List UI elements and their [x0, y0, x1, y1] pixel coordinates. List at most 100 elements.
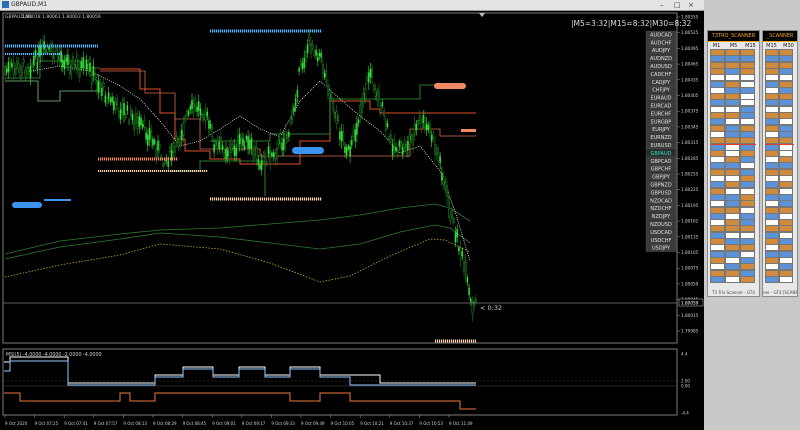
scanner-cell[interactable]: [765, 61, 779, 69]
scanner-cell[interactable]: [740, 244, 755, 252]
scanner-cell[interactable]: [765, 80, 779, 88]
pair-button-gbpchf[interactable]: GBPCHF: [645, 165, 677, 173]
scanner-cell[interactable]: [725, 86, 740, 94]
scanner-cell[interactable]: [765, 244, 779, 252]
signal-pill-blue-mid[interactable]: [292, 147, 324, 154]
scanner-cell[interactable]: [779, 238, 793, 245]
scanner-cell[interactable]: [765, 187, 779, 195]
scanner-cell[interactable]: [710, 200, 725, 208]
scanner-cell[interactable]: [779, 143, 793, 151]
pair-button-audusd[interactable]: AUDUSD: [645, 62, 677, 70]
scanner-cell[interactable]: [725, 206, 740, 214]
scanner-cell[interactable]: [765, 99, 779, 107]
scanner-panel-1[interactable]: T3TRO_SCANNER M1 M5 M15 T3 Trix Scanner …: [707, 30, 760, 297]
scanner-cell[interactable]: [725, 200, 740, 208]
scanner-cell[interactable]: [779, 124, 793, 132]
scanner-cell[interactable]: [740, 49, 755, 56]
scanner-cell[interactable]: [779, 187, 793, 195]
pair-button-gbpjpy[interactable]: GBPJPY: [645, 172, 677, 181]
scanner-cell[interactable]: [765, 162, 779, 170]
scanner-cell[interactable]: [779, 86, 793, 94]
scanner-cell[interactable]: [765, 143, 779, 151]
scanner-cell[interactable]: [710, 93, 725, 101]
scanner-cell[interactable]: [740, 80, 755, 88]
scanner-cell[interactable]: [710, 49, 725, 56]
pair-button-usdjpy[interactable]: USDJPY: [645, 244, 677, 252]
scanner-cell[interactable]: [779, 193, 793, 201]
scanner-cell[interactable]: [740, 124, 755, 132]
scanner-cell[interactable]: [725, 181, 740, 189]
scanner-cell[interactable]: [710, 212, 725, 220]
scanner-cell[interactable]: [779, 219, 793, 227]
scanner-cell[interactable]: [725, 263, 740, 271]
scanner-cell[interactable]: [710, 275, 725, 283]
pair-button-audjpy[interactable]: AUDJPY: [645, 46, 677, 54]
scanner-cell[interactable]: [765, 175, 779, 182]
scanner-cell[interactable]: [710, 143, 725, 151]
scanner-cell[interactable]: [765, 112, 779, 119]
scanner-cell[interactable]: [710, 231, 725, 239]
scanner-cell[interactable]: [779, 269, 793, 277]
scanner-cell[interactable]: [710, 256, 725, 264]
scanner-cell[interactable]: [779, 137, 793, 145]
scanner-cell[interactable]: [740, 200, 755, 208]
pair-button-eurgbp[interactable]: EURGBP: [645, 117, 677, 125]
scanner-cell[interactable]: [765, 193, 779, 201]
scanner-cell[interactable]: [779, 99, 793, 107]
scanner-cell[interactable]: [765, 200, 779, 208]
scanner-cell[interactable]: [740, 225, 755, 233]
scanner-cell[interactable]: [765, 231, 779, 239]
scanner-cell[interactable]: [765, 105, 779, 113]
scanner-cell[interactable]: [725, 225, 740, 233]
pair-button-gbpusd[interactable]: GBPUSD: [645, 188, 677, 197]
scanner-cell[interactable]: [740, 175, 755, 182]
scanner-cell[interactable]: [725, 93, 740, 101]
scanner-cell[interactable]: [740, 130, 755, 138]
scanner-cell[interactable]: [725, 193, 740, 201]
scanner-cell[interactable]: [779, 105, 793, 113]
scanner-cell[interactable]: [765, 74, 779, 82]
scanner-cell[interactable]: [765, 212, 779, 220]
scanner-cell[interactable]: [740, 193, 755, 201]
scanner-cell[interactable]: [779, 244, 793, 252]
scanner-cell[interactable]: [779, 212, 793, 220]
scanner-cell[interactable]: [765, 225, 779, 233]
scanner-cell[interactable]: [725, 74, 740, 82]
scanner-cell[interactable]: [725, 112, 740, 119]
scanner-cell[interactable]: [740, 67, 755, 75]
scanner-cell[interactable]: [765, 238, 779, 245]
scanner-cell[interactable]: [725, 269, 740, 277]
scanner-cell[interactable]: [710, 99, 725, 107]
scanner-cell[interactable]: [765, 124, 779, 132]
scanner-cell[interactable]: [725, 256, 740, 264]
scanner-cell[interactable]: [710, 130, 725, 138]
scanner-cell[interactable]: [725, 149, 740, 157]
scanner-cell[interactable]: [740, 263, 755, 271]
scanner-cell[interactable]: [710, 193, 725, 201]
scanner-cell[interactable]: [765, 156, 779, 164]
scanner-cell[interactable]: [725, 238, 740, 245]
scanner-cell[interactable]: [710, 181, 725, 189]
scanner-cell[interactable]: [710, 244, 725, 252]
signal-pill-salmon-right[interactable]: [434, 83, 466, 89]
scanner-cell[interactable]: [710, 118, 725, 126]
scanner-cell[interactable]: [779, 175, 793, 182]
scanner-cell[interactable]: [740, 143, 755, 151]
scanner-cell[interactable]: [740, 86, 755, 94]
scanner-cell[interactable]: [710, 187, 725, 195]
pair-button-chfjpy[interactable]: CHFJPY: [645, 86, 677, 94]
scanner-cell[interactable]: [765, 118, 779, 126]
scanner-cell[interactable]: [779, 168, 793, 176]
scanner-cell[interactable]: [710, 86, 725, 94]
scanner-cell[interactable]: [765, 219, 779, 227]
scanner-cell[interactable]: [740, 55, 755, 63]
pair-button-audcad[interactable]: AUDCAD: [645, 30, 677, 38]
scanner-cell[interactable]: [740, 219, 755, 227]
price-chart-area[interactable]: 1.80018 1.80061 1.80003 1.80059 GBPAUD,M…: [0, 11, 704, 430]
scanner-panel-2[interactable]: _SCANNER M15 M30 ner - GT4 [SCANR#4: [762, 30, 798, 297]
scanner-cell[interactable]: [765, 269, 779, 277]
scanner-cell[interactable]: [740, 118, 755, 126]
scanner-cell[interactable]: [765, 137, 779, 145]
scanner-cell[interactable]: [710, 168, 725, 176]
scanner-cell[interactable]: [740, 187, 755, 195]
